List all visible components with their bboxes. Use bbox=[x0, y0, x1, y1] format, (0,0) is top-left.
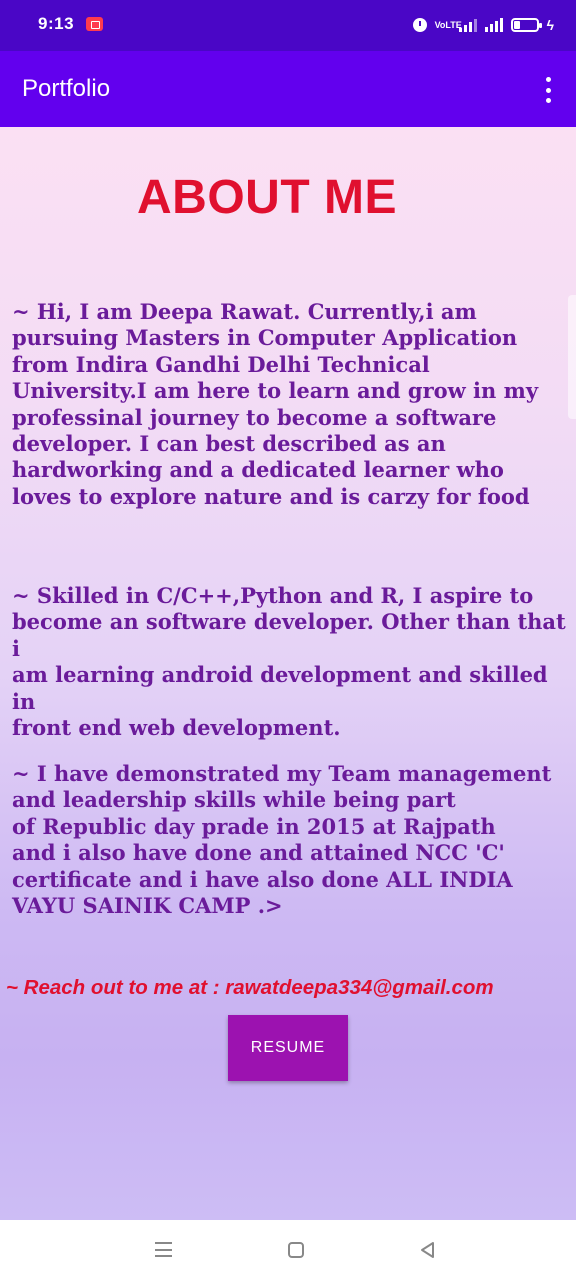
4g-signal-icon bbox=[484, 18, 503, 32]
screen-record-icon bbox=[86, 17, 103, 31]
skills-paragraph: ~ Skilled in C/C++,Python and R, I aspir… bbox=[12, 583, 566, 741]
charging-icon: ϟ bbox=[546, 17, 554, 33]
more-vertical-icon[interactable] bbox=[544, 77, 552, 103]
status-bar: 9:13 VoLTE ϟ bbox=[0, 0, 576, 51]
back-icon[interactable] bbox=[418, 1240, 438, 1260]
leadership-paragraph: ~ I have demonstrated my Team management… bbox=[12, 761, 552, 919]
battery-icon bbox=[510, 18, 542, 32]
about-content[interactable]: ABOUT ME ~ Hi, I am Deepa Rawat. Current… bbox=[0, 127, 576, 1220]
alarm-icon bbox=[412, 18, 427, 32]
app-title: Portfolio bbox=[22, 75, 111, 102]
status-icons: VoLTE ϟ bbox=[412, 14, 554, 36]
page-title: ABOUT ME bbox=[137, 171, 397, 224]
volte-icon: VoLTE bbox=[434, 19, 462, 30]
system-nav-bar bbox=[0, 1220, 576, 1280]
signal-icon bbox=[458, 18, 477, 32]
resume-button[interactable]: RESUME bbox=[228, 1015, 348, 1081]
home-icon[interactable] bbox=[288, 1242, 304, 1258]
app-bar: Portfolio bbox=[0, 51, 576, 127]
contact-email: ~ Reach out to me at : rawatdeepa334@gma… bbox=[6, 976, 494, 999]
status-time: 9:13 bbox=[38, 14, 75, 33]
intro-paragraph: ~ Hi, I am Deepa Rawat. Currently,i am p… bbox=[12, 299, 539, 509]
recent-apps-icon[interactable] bbox=[155, 1242, 172, 1257]
